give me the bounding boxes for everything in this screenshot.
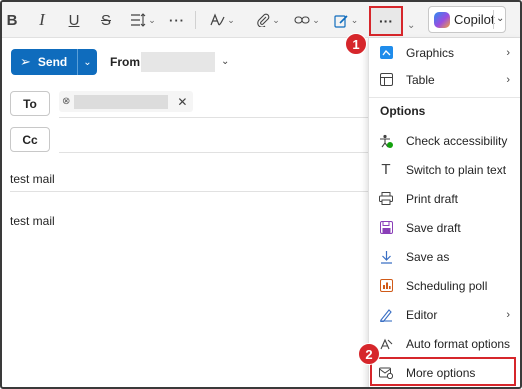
italic-icon: I bbox=[39, 10, 45, 29]
send-button[interactable]: ➢ Send ⌄ bbox=[11, 49, 97, 75]
menu-item-auto-format-options[interactable]: Auto format options bbox=[369, 329, 520, 358]
chevron-down-icon: ⌄ bbox=[227, 14, 235, 25]
cc-label: Cc bbox=[22, 132, 38, 147]
chevron-right-icon: › bbox=[506, 73, 510, 86]
accessibility-icon bbox=[379, 134, 393, 148]
compose-window: B I U S ⌄ ··· ⌄ ⌄ ⌄ ⌄ ··· ⌄ Copilot ⌄ ➢ … bbox=[0, 0, 522, 389]
menu-item-label: Graphics bbox=[406, 45, 455, 60]
copilot-button[interactable]: Copilot ⌄ bbox=[428, 6, 506, 33]
copilot-icon bbox=[434, 11, 450, 28]
step-badge-1: 1 bbox=[345, 33, 367, 55]
subject-field[interactable]: test mail bbox=[10, 172, 55, 186]
auto-format-icon bbox=[379, 337, 393, 351]
chevron-down-icon: ⌄ bbox=[272, 14, 280, 25]
menu-item-label: Check accessibility bbox=[406, 133, 508, 148]
to-label: To bbox=[23, 96, 37, 111]
menu-item-label: Save as bbox=[406, 249, 450, 264]
cc-field-underline bbox=[59, 152, 368, 153]
formatting-toolbar: B I U S ⌄ ··· ⌄ ⌄ ⌄ ⌄ ··· ⌄ Copilot ⌄ bbox=[2, 2, 520, 38]
menu-item-label: Auto format options bbox=[406, 336, 511, 351]
more-options-button[interactable]: ··· bbox=[369, 6, 403, 36]
copilot-label: Copilot bbox=[454, 12, 495, 27]
menu-item-label: Editor bbox=[406, 307, 438, 322]
bold-button[interactable]: B bbox=[4, 2, 20, 38]
send-icon: ➢ bbox=[20, 54, 31, 69]
chevron-down-icon: ⌄ bbox=[350, 14, 359, 25]
from-label: From: bbox=[110, 55, 144, 69]
menu-item-save-draft[interactable]: Save draft bbox=[369, 213, 520, 242]
underline-button[interactable]: U bbox=[64, 2, 84, 38]
menu-item-editor[interactable]: Editor › bbox=[369, 300, 520, 329]
attach-icon bbox=[257, 13, 270, 27]
more-options-highlight bbox=[370, 357, 516, 386]
menu-item-label: Switch to plain text bbox=[406, 162, 507, 177]
menu-item-switch-to-plain-text[interactable]: T Switch to plain text bbox=[369, 155, 520, 184]
bold-icon: B bbox=[6, 11, 18, 29]
more-options-menu: Graphics › Table › Options Check accessi… bbox=[368, 38, 520, 387]
chevron-right-icon: › bbox=[506, 46, 510, 59]
editor-icon bbox=[379, 308, 393, 322]
send-label: Send bbox=[37, 55, 68, 69]
underline-icon: U bbox=[68, 11, 80, 29]
poll-icon bbox=[379, 279, 393, 293]
menu-item-check-accessibility[interactable]: Check accessibility bbox=[369, 126, 520, 155]
subject-underline bbox=[10, 191, 368, 192]
ellipsis-icon: ··· bbox=[169, 12, 185, 28]
attach-button[interactable]: ⌄ bbox=[253, 2, 283, 38]
more-options-icon: ··· bbox=[379, 13, 393, 29]
recipient-redacted bbox=[74, 94, 169, 109]
menu-item-label: Scheduling poll bbox=[406, 278, 488, 293]
menu-item-table[interactable]: Table › bbox=[369, 65, 520, 94]
chevron-down-icon: ⌄ bbox=[312, 14, 320, 25]
save-icon bbox=[379, 221, 393, 235]
signature-icon bbox=[334, 14, 348, 28]
cc-button[interactable]: Cc bbox=[10, 127, 50, 152]
chevron-down-icon[interactable]: ⌄ bbox=[221, 56, 229, 67]
styles-button[interactable]: ⌄ bbox=[205, 2, 239, 38]
menu-item-print-draft[interactable]: Print draft bbox=[369, 184, 520, 213]
strikethrough-icon: S bbox=[100, 11, 111, 29]
toolbar-divider bbox=[195, 11, 196, 29]
from-address-redacted[interactable] bbox=[141, 52, 215, 72]
link-icon bbox=[294, 16, 310, 24]
chevron-down-icon[interactable]: ⌄ bbox=[407, 20, 415, 31]
close-icon[interactable]: ✕ bbox=[177, 95, 187, 109]
to-field-underline bbox=[59, 117, 368, 118]
menu-item-label: Print draft bbox=[406, 191, 459, 206]
menu-divider bbox=[369, 97, 520, 98]
person-icon: ⊗ bbox=[62, 96, 71, 107]
printer-icon bbox=[379, 192, 393, 206]
more-formatting-button[interactable]: ··· bbox=[166, 2, 188, 38]
message-body[interactable]: test mail bbox=[10, 214, 55, 228]
menu-heading-options: Options bbox=[380, 104, 426, 118]
menu-item-label: Table bbox=[406, 72, 435, 87]
step-badge-2: 2 bbox=[358, 343, 380, 365]
plain-text-icon: T bbox=[381, 161, 391, 178]
menu-item-scheduling-poll[interactable]: Scheduling poll bbox=[369, 271, 520, 300]
paragraph-spacing-button[interactable]: ⌄ bbox=[128, 2, 158, 38]
chevron-down-icon[interactable]: ⌄ bbox=[496, 13, 504, 24]
italic-button[interactable]: I bbox=[32, 2, 52, 38]
recipient-chip[interactable]: ⊗ ✕ bbox=[59, 91, 193, 112]
graphics-icon bbox=[379, 46, 393, 60]
chevron-down-icon: ⌄ bbox=[148, 14, 156, 25]
menu-item-save-as[interactable]: Save as bbox=[369, 242, 520, 271]
paragraph-spacing-icon bbox=[131, 13, 146, 27]
menu-item-graphics[interactable]: Graphics › bbox=[369, 38, 520, 67]
download-icon bbox=[379, 250, 393, 264]
styles-icon bbox=[210, 13, 225, 26]
copilot-divider bbox=[493, 10, 494, 29]
to-button[interactable]: To bbox=[10, 91, 50, 116]
strikethrough-button[interactable]: S bbox=[96, 2, 116, 38]
link-button[interactable]: ⌄ bbox=[291, 2, 323, 38]
menu-item-label: Save draft bbox=[406, 220, 461, 235]
chevron-right-icon: › bbox=[506, 308, 510, 321]
chevron-down-icon[interactable]: ⌄ bbox=[78, 57, 97, 68]
send-main[interactable]: ➢ Send bbox=[11, 49, 77, 75]
table-icon bbox=[379, 73, 393, 87]
